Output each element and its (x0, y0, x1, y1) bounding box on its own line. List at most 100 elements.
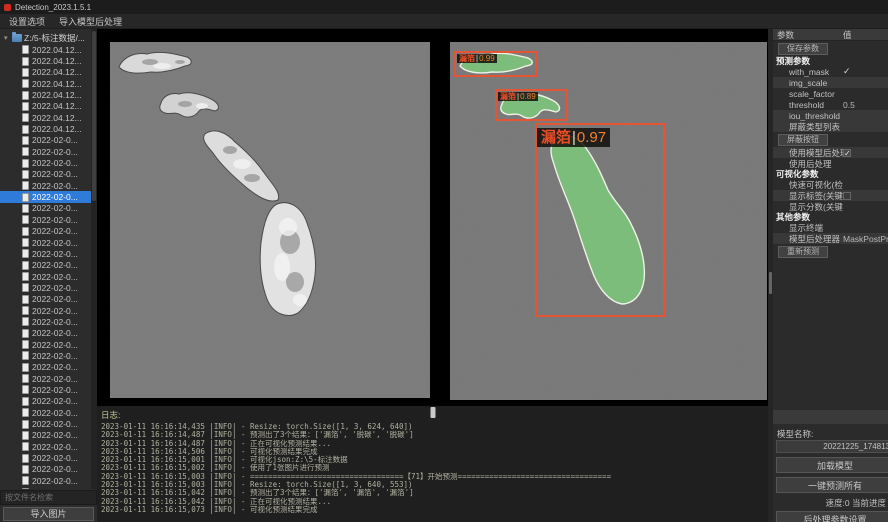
tree-item[interactable]: 2022-02-0... (0, 464, 97, 475)
tree-item[interactable]: 2022-02-0... (0, 271, 97, 282)
tree-item[interactable]: 2022-02-0... (0, 282, 97, 293)
postprocess-params-button[interactable]: 后处理参数设置 (776, 511, 888, 522)
tree-item[interactable]: 2022-02-0... (0, 203, 97, 214)
file-icon (22, 488, 29, 490)
file-icon (22, 363, 29, 372)
params-button[interactable]: 保存参数 (778, 43, 828, 55)
tree-item[interactable]: 2022.04.12... (0, 112, 97, 123)
tree-item[interactable]: 2022-02-0... (0, 362, 97, 373)
tree-item-label: 2022.04.12... (32, 67, 82, 77)
tree-item[interactable]: 2022-02-0... (0, 373, 97, 384)
splitter-grip[interactable] (430, 407, 435, 418)
param-row[interactable]: img_scale (773, 77, 888, 88)
param-checkbox-checked[interactable]: ✓ (843, 148, 888, 158)
tree-item[interactable]: 2022.04.12... (0, 78, 97, 89)
tree-item[interactable]: 2022.04.12... (0, 89, 97, 100)
params-header-param: 参数 (773, 29, 843, 41)
param-row[interactable]: with_mask✓ (773, 66, 888, 77)
tree-item[interactable]: 2022-02-0... (0, 339, 97, 350)
tree-item-label: 2022-02-0... (32, 317, 78, 327)
tree-item[interactable]: 2022-02-0... (0, 418, 97, 429)
tree-item[interactable]: 2022.04.12... (0, 123, 97, 134)
tree-item[interactable]: 2022-02-0... (0, 146, 97, 157)
params-scrollbar-thumb[interactable] (769, 272, 772, 294)
model-name-field[interactable] (776, 440, 888, 453)
tree-item[interactable]: 2022-02-0... (0, 191, 97, 202)
tree-item[interactable]: 2022-02-0... (0, 226, 97, 237)
load-model-button[interactable]: 加载模型 (776, 457, 888, 473)
param-row[interactable]: 显示分数(关键点) (773, 201, 888, 212)
file-icon (22, 113, 29, 122)
tree-item[interactable]: 2022-02-0... (0, 328, 97, 339)
tree-item[interactable]: 2022-02-0... (0, 316, 97, 327)
param-value: MaskPostPro (843, 234, 888, 244)
tree-item[interactable]: 2022-02-0... (0, 248, 97, 259)
tree-scrollbar-thumb[interactable] (92, 31, 96, 201)
file-icon (22, 272, 29, 281)
tree-item[interactable]: 2022-02-0 (0, 486, 97, 489)
menu-item-import-postprocess[interactable]: 导入模型后处理 (59, 15, 122, 28)
checkbox-icon[interactable]: ✓ (843, 149, 851, 157)
param-label: 模型后处理器 (773, 233, 843, 245)
tree-item[interactable]: 2022-02-0... (0, 475, 97, 486)
tree-item[interactable]: 2022.04.12... (0, 67, 97, 78)
tree-item[interactable]: 2022-02-0... (0, 430, 97, 441)
tree-item-label: 2022-02-0... (32, 181, 78, 191)
params-button[interactable]: 屏蔽按钮 (778, 134, 828, 146)
tree-item[interactable]: 2022-02-0... (0, 350, 97, 361)
tree-item[interactable]: 2022-02-0... (0, 214, 97, 225)
tree-item[interactable]: 2022-02-0... (0, 294, 97, 305)
tree-item[interactable]: 2022.04.12... (0, 101, 97, 112)
param-row[interactable]: 使用模型后处理✓ (773, 147, 888, 158)
tree-item[interactable]: 2022-02-0... (0, 169, 97, 180)
tree-item[interactable]: 2022-02-0... (0, 452, 97, 463)
tree-item[interactable]: 2022.04.12... (0, 44, 97, 55)
center-column: 漏箔|0.99漏箔|0.89漏箔|0.97 日志: 2023-01-11 16:… (97, 29, 768, 522)
checkbox-icon[interactable] (843, 192, 851, 200)
tree-item-label: 2022-02-0... (32, 408, 78, 418)
tree-item[interactable]: 2022-02-0... (0, 237, 97, 248)
file-icon (22, 68, 29, 77)
tree-item[interactable]: 2022-02-0... (0, 135, 97, 146)
image-pane-original[interactable] (97, 29, 434, 405)
param-checkbox-empty[interactable] (843, 191, 888, 201)
tree-item[interactable]: 2022-02-0... (0, 407, 97, 418)
tree-item-label: 2022.04.12... (32, 90, 82, 100)
tree-item-label: 2022-02-0... (32, 158, 78, 168)
import-image-button[interactable]: 导入图片 (3, 507, 94, 521)
param-row[interactable]: 显示标签(关键点) (773, 190, 888, 201)
param-row[interactable]: 快速可视化(检测) (773, 179, 888, 190)
file-icon (22, 431, 29, 440)
tree-item[interactable]: 2022-02-0... (0, 441, 97, 452)
image-pane-prediction[interactable]: 漏箔|0.99漏箔|0.89漏箔|0.97 (434, 29, 768, 405)
file-icon (22, 295, 29, 304)
progress-bar (773, 410, 888, 424)
param-row[interactable]: scale_factor (773, 88, 888, 99)
chevron-down-icon[interactable]: ▾ (4, 34, 10, 42)
param-row[interactable]: 使用后处理 (773, 158, 888, 169)
search-input[interactable] (0, 490, 97, 505)
detection-class: 漏箔 (500, 92, 516, 101)
tree-item[interactable]: 2022-02-0... (0, 180, 97, 191)
tree-item[interactable]: 2022-02-0... (0, 305, 97, 316)
param-row[interactable]: threshold0.5 (773, 99, 888, 110)
tree-root-folder[interactable]: ▾ Z:/5-标注数据/... (0, 32, 97, 44)
param-row[interactable]: iou_threshold (773, 110, 888, 121)
tree-item[interactable]: 2022-02-0... (0, 396, 97, 407)
file-icon (22, 91, 29, 100)
menu-item-settings[interactable]: 设置选项 (9, 15, 45, 28)
tree-item[interactable]: 2022-02-0... (0, 157, 97, 168)
log-panel[interactable]: 日志: 2023-01-11 16:16:14,435 |INFO| - Res… (97, 405, 768, 522)
param-row[interactable]: 模型后处理器MaskPostPro (773, 233, 888, 244)
param-row[interactable]: 屏蔽类型列表 (773, 121, 888, 132)
params-button[interactable]: 重新预测 (778, 246, 828, 258)
app-icon (4, 4, 11, 11)
file-icon (22, 249, 29, 258)
tree-item[interactable]: 2022.04.12... (0, 55, 97, 66)
tree-item-label: 2022-02-0... (32, 294, 78, 304)
predict-all-button[interactable]: 一键预测所有 (776, 477, 888, 493)
param-row[interactable]: 显示终端 (773, 222, 888, 233)
window-title: Detection_2023.1.5.1 (15, 3, 91, 12)
tree-item[interactable]: 2022-02-0... (0, 260, 97, 271)
tree-item[interactable]: 2022-02-0... (0, 384, 97, 395)
